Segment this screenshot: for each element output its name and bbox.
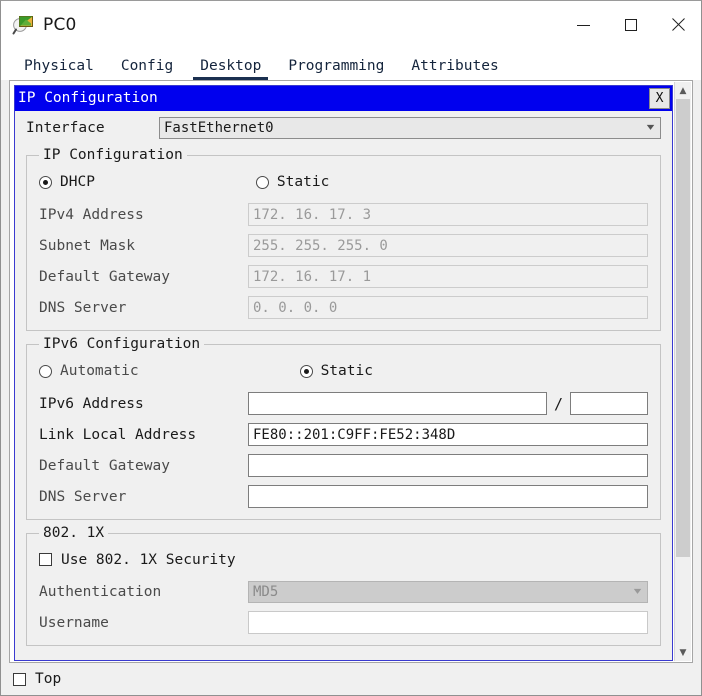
subnet-mask-row: Subnet Mask <box>39 230 648 261</box>
ip-configuration-titlebar: IP Configuration X <box>15 86 672 111</box>
ip-configuration-form: Interface FastEthernet0 ▾ IP Configurati… <box>15 111 672 660</box>
ipv6-address-input[interactable] <box>248 392 547 415</box>
ipv4-configuration-legend: IP Configuration <box>43 147 183 163</box>
ipv4-mode-row: DHCP Static <box>39 165 648 199</box>
dot1x-legend: 802. 1X <box>43 525 105 541</box>
ipv4-address-label: IPv4 Address <box>39 206 144 223</box>
ipv6-dns-server-input[interactable] <box>248 485 648 508</box>
ipv4-dns-server-label: DNS Server <box>39 299 127 316</box>
ipv6-dns-server-row: DNS Server <box>39 481 648 512</box>
desktop-tab-content: IP Configuration X Interface FastEtherne… <box>9 80 693 663</box>
authentication-select-value: MD5 <box>253 583 279 600</box>
ip-configuration-title: IP Configuration <box>18 90 158 107</box>
interface-select-value: FastEthernet0 <box>164 119 274 136</box>
authentication-select[interactable]: MD5 ▾ <box>248 580 648 603</box>
link-local-address-row: Link Local Address <box>39 419 648 450</box>
chevron-down-icon: ▾ <box>646 122 655 133</box>
ipv4-default-gateway-row: Default Gateway <box>39 261 648 292</box>
ipv6-dns-server-label: DNS Server <box>39 488 127 505</box>
checkbox-unchecked-icon <box>13 672 26 686</box>
subnet-mask-label: Subnet Mask <box>39 237 136 254</box>
ipv6-configuration-group: IPv6 Configuration Automatic Static IPv6… <box>26 336 661 520</box>
ipv6-default-gateway-row: Default Gateway <box>39 450 648 481</box>
ip-configuration-panel: IP Configuration X Interface FastEtherne… <box>14 85 673 661</box>
use-dot1x-security-checkbox[interactable]: Use 802. 1X Security <box>39 543 648 576</box>
maximize-icon <box>624 19 637 31</box>
subnet-mask-input[interactable] <box>248 234 648 257</box>
authentication-label: Authentication <box>39 583 162 600</box>
ipv6-configuration-legend: IPv6 Configuration <box>43 336 201 352</box>
interface-label: Interface <box>26 119 105 136</box>
radio-unselected-icon <box>39 364 52 378</box>
ipv4-static-radio[interactable]: Static <box>255 174 330 190</box>
interface-row: Interface FastEthernet0 ▾ <box>26 111 661 142</box>
ipv6-static-label: Static <box>320 363 373 379</box>
prefix-separator: / <box>553 394 563 413</box>
window-footer: Top <box>1 663 701 695</box>
ipv4-address-row: IPv4 Address <box>39 199 648 230</box>
radio-unselected-icon <box>255 175 269 189</box>
link-local-address-label: Link Local Address <box>39 426 197 443</box>
ipv6-automatic-radio[interactable]: Automatic <box>39 363 139 379</box>
ipv4-default-gateway-label: Default Gateway <box>39 268 170 285</box>
username-label: Username <box>39 614 109 631</box>
username-input[interactable] <box>248 611 648 634</box>
ipv4-dhcp-radio[interactable]: DHCP <box>39 174 95 190</box>
ipv6-address-row: IPv6 Address / <box>39 388 648 419</box>
maximize-button[interactable] <box>607 1 654 49</box>
ipv6-address-label: IPv6 Address <box>39 395 144 412</box>
tab-desktop[interactable]: Desktop <box>191 58 270 80</box>
minimize-icon <box>577 24 590 26</box>
window-titlebar: PC0 <box>1 1 701 49</box>
ipv6-automatic-label: Automatic <box>60 363 139 379</box>
interface-select[interactable]: FastEthernet0 ▾ <box>159 116 661 139</box>
top-checkbox-label: Top <box>35 671 62 687</box>
radio-selected-icon <box>39 175 52 189</box>
use-dot1x-security-label: Use 802. 1X Security <box>61 551 236 568</box>
ipv6-mode-row: Automatic Static <box>39 354 648 388</box>
desktop-scrollbar[interactable]: ▲ ▼ <box>674 82 691 661</box>
checkbox-unchecked-icon <box>39 553 52 566</box>
minimize-button[interactable] <box>560 1 607 49</box>
ipv4-static-label: Static <box>276 174 330 190</box>
top-checkbox[interactable]: Top <box>13 663 61 696</box>
scrollbar-track[interactable] <box>675 99 691 644</box>
ipv6-prefix-input[interactable] <box>570 392 648 415</box>
link-local-address-input[interactable] <box>248 423 648 446</box>
window-title: PC0 <box>43 15 77 35</box>
ipv4-configuration-group: IP Configuration DHCP Static IPv4 Addres… <box>26 147 661 331</box>
tab-physical[interactable]: Physical <box>15 58 103 80</box>
ipv6-static-radio[interactable]: Static <box>299 363 373 379</box>
tab-programming[interactable]: Programming <box>279 58 393 80</box>
username-row: Username <box>39 607 648 638</box>
ipv6-default-gateway-input[interactable] <box>248 454 648 477</box>
ipv4-default-gateway-input[interactable] <box>248 265 648 288</box>
scrollbar-thumb[interactable] <box>676 99 690 557</box>
ipv4-dhcp-label: DHCP <box>60 174 95 190</box>
ipv4-dns-server-input[interactable] <box>248 296 648 319</box>
window-controls <box>560 1 701 49</box>
ip-configuration-close-button[interactable]: X <box>649 88 670 109</box>
pc-device-window: PC0 Physical Config Desktop Programming … <box>0 0 702 696</box>
dot1x-group: 802. 1X Use 802. 1X Security Authenticat… <box>26 525 661 646</box>
tab-config[interactable]: Config <box>112 58 182 80</box>
close-icon <box>671 18 685 32</box>
ipv6-default-gateway-label: Default Gateway <box>39 457 170 474</box>
scroll-up-button[interactable]: ▲ <box>675 82 691 99</box>
ipv4-address-input[interactable] <box>248 203 648 226</box>
authentication-row: Authentication MD5 ▾ <box>39 576 648 607</box>
close-button[interactable] <box>654 1 701 49</box>
scroll-down-button[interactable]: ▼ <box>675 644 691 661</box>
device-tabs: Physical Config Desktop Programming Attr… <box>1 49 701 80</box>
ipv4-dns-server-row: DNS Server <box>39 292 648 323</box>
radio-selected-icon <box>299 364 313 378</box>
packet-tracer-device-icon <box>11 13 35 37</box>
tab-attributes[interactable]: Attributes <box>402 58 507 80</box>
chevron-down-icon: ▾ <box>633 586 642 597</box>
